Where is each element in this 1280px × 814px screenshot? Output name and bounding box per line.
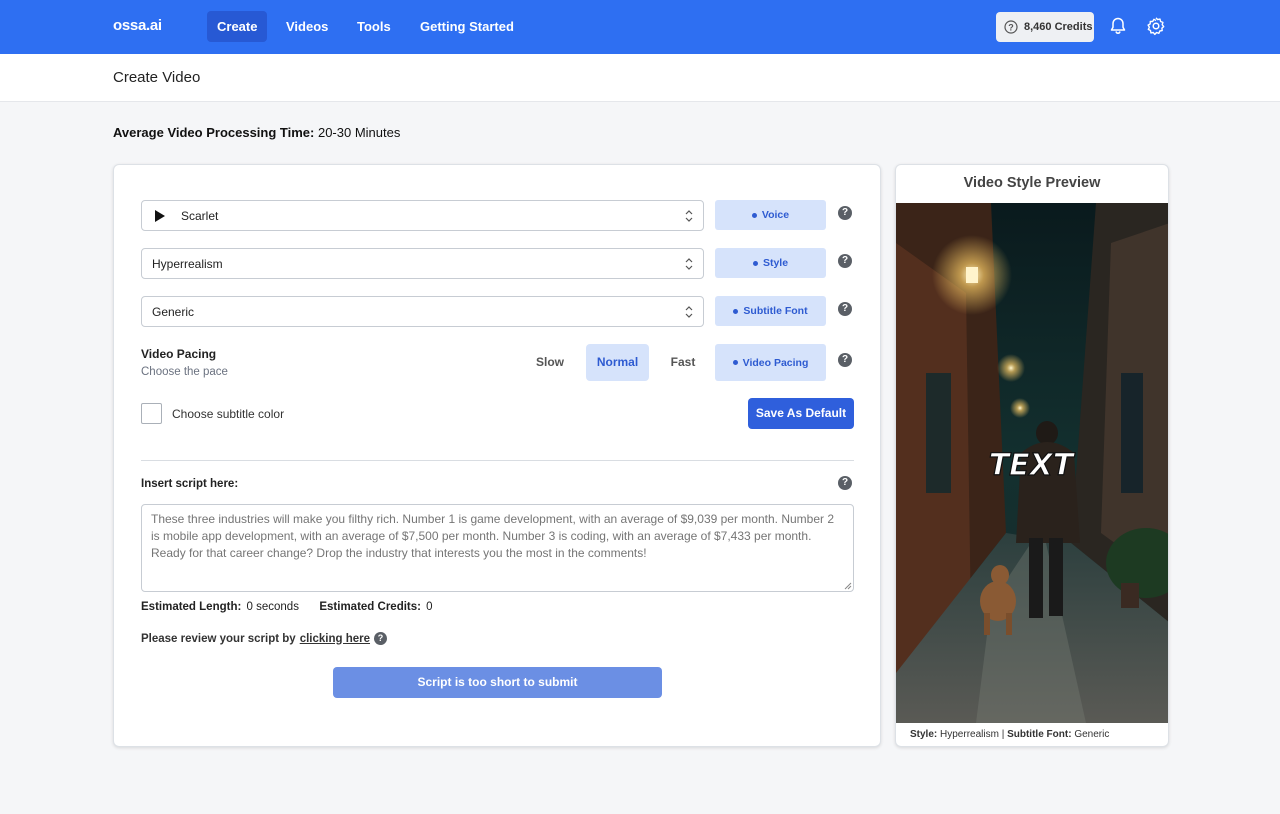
pacing-tag[interactable]: Video Pacing bbox=[715, 344, 826, 381]
create-video-form: Scarlet Voice ? Hyperrealism Style ? Gen… bbox=[113, 164, 881, 747]
style-tag-label: Style bbox=[762, 257, 789, 269]
review-help-icon[interactable]: ? bbox=[374, 632, 388, 645]
logo[interactable]: ossa.ai bbox=[113, 17, 162, 34]
style-value: Hyperrealism bbox=[152, 256, 223, 271]
voice-tag-label: Voice bbox=[761, 209, 790, 221]
bell-icon[interactable] bbox=[1108, 16, 1128, 36]
caption-font-label: Subtitle Font: bbox=[1007, 729, 1072, 740]
review-link[interactable]: clicking here bbox=[300, 633, 370, 645]
dot-icon bbox=[733, 308, 739, 314]
play-icon[interactable] bbox=[155, 209, 165, 222]
voice-select[interactable]: Scarlet bbox=[141, 200, 704, 231]
caption-font-value: Generic bbox=[1074, 729, 1110, 740]
style-help-icon[interactable]: ? bbox=[838, 254, 852, 268]
subtitle-font-tag[interactable]: Subtitle Font bbox=[715, 296, 826, 326]
dot-icon bbox=[732, 360, 738, 365]
subtitle-font-value: Generic bbox=[152, 304, 195, 319]
review-script: Please review your script by clicking he… bbox=[141, 632, 388, 645]
subtitle-font-select[interactable]: Generic bbox=[141, 296, 704, 327]
preview-overlay-text: TEXT bbox=[989, 448, 1076, 483]
est-credits-value: 0 bbox=[426, 601, 433, 613]
script-input[interactable] bbox=[141, 504, 854, 592]
estimates: Estimated Length: 0 seconds Estimated Cr… bbox=[141, 601, 433, 613]
pacing-subtitle: Choose the pace bbox=[141, 366, 228, 378]
pacing-tag-label: Video Pacing bbox=[742, 356, 809, 369]
est-length-value: 0 seconds bbox=[246, 601, 299, 613]
pacing-title: Video Pacing bbox=[141, 347, 217, 361]
est-credits-label: Estimated Credits: bbox=[319, 601, 421, 613]
processing-time-value: 20-30 Minutes bbox=[317, 125, 401, 140]
caption-separator: | bbox=[1001, 729, 1005, 740]
svg-text:?: ? bbox=[1008, 23, 1014, 33]
alley-scene-image: TEXT bbox=[896, 203, 1168, 723]
nav-videos[interactable]: Videos bbox=[276, 11, 338, 42]
page-header: Create Video bbox=[0, 54, 1280, 102]
resize-handle-icon[interactable] bbox=[844, 582, 852, 590]
nav-getting-started[interactable]: Getting Started bbox=[410, 11, 524, 42]
caption-style-value: Hyperrealism bbox=[940, 729, 999, 740]
help-circle-icon: ? bbox=[1004, 20, 1018, 34]
style-tag[interactable]: Style bbox=[715, 248, 826, 278]
pace-normal-option[interactable]: Normal bbox=[586, 344, 649, 381]
processing-time-label: Average Video Processing Time: bbox=[113, 125, 315, 140]
processing-time: Average Video Processing Time: 20-30 Min… bbox=[113, 125, 400, 140]
preview-caption: Style: Hyperrealism | Subtitle Font: Gen… bbox=[910, 729, 1109, 740]
gear-icon[interactable] bbox=[1146, 16, 1166, 36]
subtitle-color-checkbox[interactable] bbox=[141, 403, 162, 424]
select-caret-icon bbox=[685, 210, 693, 222]
subtitle-color-label: Choose subtitle color bbox=[172, 407, 285, 421]
pace-fast-option[interactable]: Fast bbox=[660, 344, 706, 381]
save-as-default-button[interactable]: Save As Default bbox=[748, 398, 854, 429]
style-select[interactable]: Hyperrealism bbox=[141, 248, 704, 279]
preview-image: TEXT bbox=[896, 203, 1168, 723]
pacing-help-icon[interactable]: ? bbox=[838, 353, 852, 367]
credits-label: 8,460 Credits bbox=[1024, 21, 1093, 33]
voice-value: Scarlet bbox=[181, 208, 219, 223]
credits-button[interactable]: ? 8,460 Credits bbox=[996, 12, 1094, 42]
select-caret-icon bbox=[685, 306, 693, 318]
dot-icon bbox=[752, 260, 758, 266]
script-help-icon[interactable]: ? bbox=[838, 476, 852, 490]
subtitle-font-tag-label: Subtitle Font bbox=[743, 305, 808, 317]
pace-slow-option[interactable]: Slow bbox=[526, 344, 574, 381]
preview-title: Video Style Preview bbox=[963, 175, 1101, 191]
dot-icon bbox=[751, 212, 757, 218]
nav-tools[interactable]: Tools bbox=[347, 11, 401, 42]
voice-tag[interactable]: Voice bbox=[715, 200, 826, 230]
select-caret-icon bbox=[685, 258, 693, 270]
top-nav: ossa.ai Create Videos Tools Getting Star… bbox=[0, 0, 1280, 54]
est-length-label: Estimated Length: bbox=[141, 601, 242, 613]
page-title: Create Video bbox=[113, 69, 201, 86]
caption-style-label: Style: bbox=[910, 729, 938, 740]
subtitle-font-help-icon[interactable]: ? bbox=[838, 302, 852, 316]
nav-create[interactable]: Create bbox=[207, 11, 268, 42]
video-style-preview: Video Style Preview TEXT Style: Hyperrea… bbox=[895, 164, 1169, 747]
voice-help-icon[interactable]: ? bbox=[838, 206, 852, 220]
review-prefix: Please review your script by bbox=[141, 632, 296, 645]
divider bbox=[141, 460, 854, 461]
script-label: Insert script here: bbox=[141, 478, 239, 490]
submit-button[interactable]: Script is too short to submit bbox=[333, 667, 662, 698]
